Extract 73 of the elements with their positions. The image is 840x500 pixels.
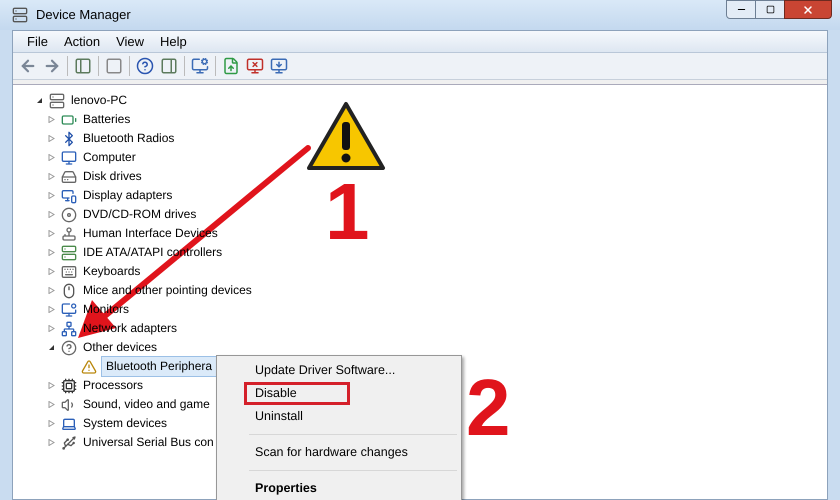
close-icon <box>802 4 814 16</box>
update-driver-icon[interactable] <box>222 57 240 75</box>
disable-icon[interactable] <box>270 57 288 75</box>
menu-item[interactable]: File <box>21 32 54 52</box>
warning-icon <box>305 100 387 172</box>
collapsed-arrow-icon[interactable] <box>48 306 54 313</box>
menu-item[interactable]: Disable <box>244 382 350 405</box>
forward-icon[interactable] <box>43 57 61 75</box>
menu-item[interactable]: Action <box>58 32 106 52</box>
joystick-icon <box>61 226 77 242</box>
drive-icon <box>61 244 77 260</box>
panel-icon[interactable] <box>160 57 178 75</box>
mouse-icon <box>61 282 77 298</box>
tree-item[interactable]: Disk drives <box>81 167 144 186</box>
monitor-icon <box>61 302 77 318</box>
menu-item[interactable]: Help <box>154 32 193 52</box>
warning-icon <box>81 358 97 374</box>
back-icon[interactable] <box>19 57 37 75</box>
collapsed-arrow-icon[interactable] <box>48 439 54 446</box>
help-icon[interactable] <box>136 57 154 75</box>
tree-item[interactable]: Batteries <box>81 110 132 129</box>
maximize-button[interactable] <box>756 0 784 19</box>
scan-icon[interactable] <box>191 57 209 75</box>
tree-item[interactable]: Sound, video and game <box>81 395 212 414</box>
monitor-icon <box>61 150 77 166</box>
menu-item[interactable]: View <box>110 32 150 52</box>
step-number: 1 <box>325 172 370 252</box>
expanded-arrow-icon[interactable] <box>36 97 42 104</box>
collapsed-arrow-icon[interactable] <box>48 173 54 180</box>
menu-item[interactable]: Uninstall <box>244 405 314 428</box>
tree-item[interactable]: Keyboards <box>81 262 142 281</box>
chip-icon <box>61 378 77 394</box>
collapsed-arrow-icon[interactable] <box>48 287 54 294</box>
tree-item[interactable]: Bluetooth Periphera <box>101 356 218 377</box>
expanded-arrow-icon[interactable] <box>48 344 54 351</box>
uninstall-icon[interactable] <box>246 57 264 75</box>
network-icon <box>61 320 77 336</box>
collapsed-arrow-icon[interactable] <box>48 382 54 389</box>
collapsed-arrow-icon[interactable] <box>48 211 54 218</box>
keyboard-icon <box>61 264 77 280</box>
step-number: 2 <box>466 368 510 448</box>
collapsed-arrow-icon[interactable] <box>48 135 54 142</box>
tree-item[interactable]: System devices <box>81 414 170 433</box>
tree-item[interactable]: Computer <box>81 148 138 167</box>
tree-item[interactable]: Processors <box>81 376 146 395</box>
maximize-icon <box>766 5 774 14</box>
disc-icon <box>61 206 77 222</box>
monitor-icon <box>61 188 77 204</box>
tree-item[interactable]: Display adapters <box>81 186 174 205</box>
tree-item[interactable]: Other devices <box>81 338 160 357</box>
collapsed-arrow-icon[interactable] <box>48 325 54 332</box>
collapsed-arrow-icon[interactable] <box>48 249 54 256</box>
collapsed-arrow-icon[interactable] <box>48 230 54 237</box>
close-button[interactable] <box>784 0 832 19</box>
tree-item[interactable]: Bluetooth Radios <box>81 129 176 148</box>
usb-icon <box>61 434 77 450</box>
panel-icon[interactable] <box>74 57 92 75</box>
question-icon <box>61 340 77 356</box>
collapsed-arrow-icon[interactable] <box>48 420 54 427</box>
tree-item[interactable]: lenovo-PC <box>69 91 130 110</box>
collapsed-arrow-icon[interactable] <box>48 268 54 275</box>
tree-item[interactable]: DVD/CD-ROM drives <box>81 205 198 224</box>
menu-item[interactable]: Scan for hardware changes <box>244 441 419 464</box>
collapsed-arrow-icon[interactable] <box>48 154 54 161</box>
collapsed-arrow-icon[interactable] <box>48 192 54 199</box>
menu-item[interactable]: Properties <box>244 477 328 500</box>
collapsed-arrow-icon[interactable] <box>48 401 54 408</box>
menu-item[interactable]: Update Driver Software... <box>244 359 406 382</box>
hard-drive-icon <box>61 168 77 184</box>
window-title: Device Manager <box>36 6 131 24</box>
collapsed-arrow-icon[interactable] <box>48 116 54 123</box>
properties-icon[interactable] <box>105 57 123 75</box>
tree-item[interactable]: Universal Serial Bus con <box>81 433 216 452</box>
